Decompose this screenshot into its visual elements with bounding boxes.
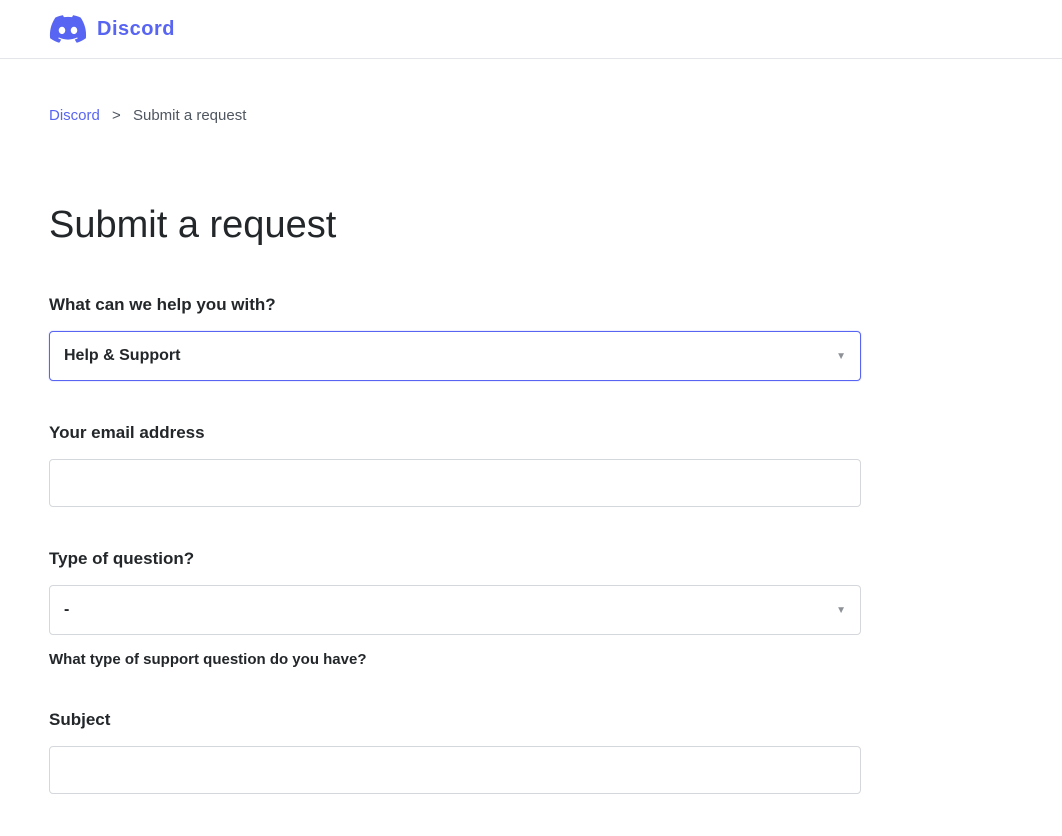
discord-logo-icon [49, 15, 87, 43]
question-type-value: - [64, 601, 836, 619]
subject-label: Subject [49, 710, 861, 730]
subject-input[interactable] [49, 746, 861, 794]
email-input[interactable] [49, 459, 861, 507]
discord-wordmark: Discord [97, 18, 175, 41]
email-label: Your email address [49, 423, 861, 443]
help-category-group: What can we help you with? Help & Suppor… [49, 295, 861, 381]
page-title: Submit a request [49, 204, 861, 247]
question-type-label: Type of question? [49, 549, 861, 569]
caret-down-icon: ▼ [836, 605, 846, 616]
help-category-label: What can we help you with? [49, 295, 861, 315]
question-type-group: Type of question? - ▼ What type of suppo… [49, 549, 861, 668]
site-header: Discord [0, 0, 1062, 59]
help-category-value: Help & Support [64, 347, 836, 365]
breadcrumb: Discord > Submit a request [49, 59, 861, 124]
help-category-select[interactable]: Help & Support ▼ [49, 331, 861, 381]
subject-group: Subject [49, 710, 861, 794]
breadcrumb-current: Submit a request [133, 107, 246, 124]
page-content: Discord > Submit a request Submit a requ… [0, 59, 910, 794]
logo-link[interactable]: Discord [49, 15, 175, 43]
question-type-select[interactable]: - ▼ [49, 585, 861, 635]
caret-down-icon: ▼ [836, 351, 846, 362]
breadcrumb-separator: > [112, 107, 121, 124]
breadcrumb-home-link[interactable]: Discord [49, 107, 100, 124]
email-group: Your email address [49, 423, 861, 507]
question-type-help-text: What type of support question do you hav… [49, 651, 861, 668]
